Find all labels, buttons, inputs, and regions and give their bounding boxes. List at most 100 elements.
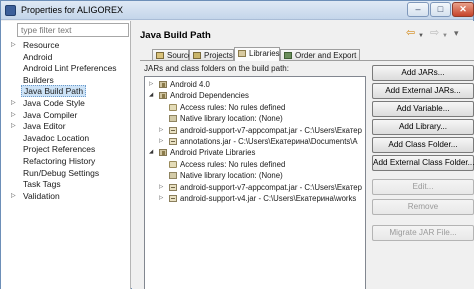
tree-row[interactable]: ▷ android-support-v7-appcompat.jar - C:\U… bbox=[145, 125, 365, 136]
order-export-icon bbox=[284, 52, 292, 59]
expand-arrow-icon[interactable]: ▷ bbox=[159, 193, 163, 204]
expand-arrow-icon[interactable]: ▷ bbox=[149, 79, 153, 90]
category-item[interactable]: ▷ Java Code Style bbox=[11, 97, 119, 110]
access-rules-icon bbox=[169, 160, 177, 168]
expand-arrow-icon[interactable]: ▷ bbox=[159, 182, 163, 193]
category-label: Run/Debug Settings bbox=[23, 167, 100, 178]
tree-row[interactable]: ▷ Android 4.0 bbox=[145, 79, 365, 90]
window-title: Properties for ALIGOREX bbox=[21, 5, 124, 15]
expand-arrow-icon[interactable]: ▷ bbox=[159, 125, 163, 136]
project-icon bbox=[193, 52, 201, 59]
tree-row-label: Android Private Libraries bbox=[170, 148, 256, 158]
jar-file-icon bbox=[169, 183, 177, 191]
tree-row[interactable]: Native library location: (None) bbox=[145, 170, 365, 181]
tree-row-label: Android Dependencies bbox=[170, 91, 249, 101]
add-jars-button[interactable]: Add JARs... bbox=[372, 65, 474, 81]
category-label: Resource bbox=[23, 40, 60, 50]
category-tree: ▷ Resource Android Android Lint Preferences… bbox=[11, 40, 119, 203]
tree-row-label: Native library location: (None) bbox=[180, 171, 283, 181]
tree-row[interactable]: Access rules: No rules defined bbox=[145, 159, 365, 170]
tab-libraries[interactable]: Libraries bbox=[234, 47, 280, 61]
app-icon bbox=[5, 5, 16, 16]
back-arrow-icon[interactable]: ⇦ bbox=[406, 27, 415, 39]
category-label: Java Compiler bbox=[23, 109, 78, 120]
category-item[interactable]: ▷ Validation bbox=[11, 190, 119, 203]
tree-row-label: Android 4.0 bbox=[170, 80, 210, 89]
java-build-path-page: Java Build Path ⇦ ▼ ⇨ ▼ ▾ Source Project… bbox=[132, 21, 474, 289]
category-item[interactable]: Java Build Path bbox=[21, 85, 119, 98]
category-label: Validation bbox=[23, 190, 60, 201]
property-categories-panel: ▷ ResourceAndroidAndroid Lint Preferences… bbox=[1, 21, 131, 289]
category-item[interactable]: ▷ Resource bbox=[11, 40, 119, 52]
category-label: Android bbox=[23, 51, 53, 62]
edit-button[interactable]: Edit... bbox=[372, 179, 474, 195]
remove-button[interactable]: Remove bbox=[372, 199, 474, 215]
tree-row-label: android-support-v7-appcompat.jar - C:\Us… bbox=[180, 182, 362, 192]
category-label: Java Editor bbox=[23, 121, 66, 132]
add-external-jars-button[interactable]: Add External JARs... bbox=[372, 83, 474, 99]
expand-arrow-icon[interactable]: ▷ bbox=[11, 110, 16, 122]
category-item[interactable]: Task Tags bbox=[21, 179, 119, 191]
build-path-tree[interactable]: ▷ Android 4.0 ◢ Android Dependencies Access … bbox=[144, 76, 366, 289]
library-icon bbox=[159, 149, 167, 157]
tree-row-label: Native library location: (None) bbox=[180, 114, 283, 124]
category-item[interactable]: ▷ Java Compiler bbox=[11, 109, 119, 122]
title-bar[interactable]: Properties for ALIGOREX – □ ✕ bbox=[1, 1, 474, 20]
category-item[interactable]: Run/Debug Settings bbox=[21, 168, 119, 180]
view-menu-icon[interactable]: ▾ bbox=[454, 27, 459, 39]
category-label: Javadoc Location bbox=[23, 132, 90, 143]
collapse-arrow-icon[interactable]: ◢ bbox=[149, 147, 153, 158]
tree-row-label: annotations.jar - C:\Users\Екатерина\Doc… bbox=[180, 137, 358, 146]
tree-row[interactable]: ▷ annotations.jar - C:\Users\Екатерина\Do… bbox=[145, 136, 365, 147]
category-item[interactable]: Refactoring History bbox=[21, 156, 119, 168]
dropdown-icon[interactable]: ▼ bbox=[442, 30, 448, 42]
expand-arrow-icon[interactable]: ▷ bbox=[11, 40, 16, 52]
category-item[interactable]: Android bbox=[21, 52, 119, 64]
tree-row[interactable]: ▷ android-support-v4.jar - C:\Users\Екате… bbox=[145, 193, 365, 204]
tree-row-label: android-support-v7-appcompat.jar - C:\Us… bbox=[180, 125, 362, 135]
tree-row[interactable]: ◢ Android Dependencies bbox=[145, 90, 365, 101]
category-item[interactable]: ▷ Java Editor bbox=[11, 121, 119, 133]
tree-row-label: android-support-v4.jar - C:\Users\Екатер… bbox=[180, 194, 357, 203]
tree-row[interactable]: Access rules: No rules defined bbox=[145, 102, 365, 113]
library-icon bbox=[238, 50, 246, 57]
tree-row[interactable]: ▷ android-support-v7-appcompat.jar - C:\U… bbox=[145, 182, 365, 193]
tab-label: Projects bbox=[204, 51, 233, 60]
category-label: Java Code Style bbox=[23, 97, 85, 108]
migrate-jar-file-button[interactable]: Migrate JAR File... bbox=[372, 225, 474, 241]
source-folder-icon bbox=[156, 52, 164, 59]
expand-arrow-icon[interactable]: ▷ bbox=[11, 121, 16, 133]
tree-row-label: Access rules: No rules defined bbox=[180, 159, 286, 169]
dropdown-icon[interactable]: ▼ bbox=[418, 30, 424, 42]
category-label: Android Lint Preferences bbox=[23, 63, 117, 74]
category-item[interactable]: Android Lint Preferences bbox=[21, 63, 119, 75]
close-button[interactable]: ✕ bbox=[452, 2, 474, 17]
tree-row[interactable]: Native library location: (None) bbox=[145, 113, 365, 124]
category-label: Builders bbox=[23, 74, 54, 85]
category-item[interactable]: Project References bbox=[21, 144, 119, 156]
jar-file-icon bbox=[169, 126, 177, 134]
tree-row[interactable]: ◢ Android Private Libraries bbox=[145, 147, 365, 158]
expand-arrow-icon[interactable]: ▷ bbox=[11, 98, 16, 110]
minimize-button[interactable]: – bbox=[407, 2, 429, 17]
tab-label: Libraries bbox=[249, 49, 280, 58]
category-label: Task Tags bbox=[23, 179, 61, 190]
collapse-arrow-icon[interactable]: ◢ bbox=[149, 90, 153, 101]
library-icon bbox=[159, 81, 167, 88]
add-class-folder-button[interactable]: Add Class Folder... bbox=[372, 137, 474, 153]
add-variable-button[interactable]: Add Variable... bbox=[372, 101, 474, 117]
maximize-button[interactable]: □ bbox=[430, 2, 451, 17]
filter-input[interactable] bbox=[17, 23, 129, 37]
expand-arrow-icon[interactable]: ▷ bbox=[159, 136, 163, 147]
tab-label: Order and Export bbox=[295, 51, 357, 60]
add-external-class-folder-button[interactable]: Add External Class Folder... bbox=[372, 155, 474, 171]
add-library-button[interactable]: Add Library... bbox=[372, 119, 474, 135]
native-library-icon bbox=[169, 172, 177, 180]
libraries-tab-content: JARs and class folders on the build path… bbox=[140, 60, 474, 289]
native-library-icon bbox=[169, 115, 177, 123]
jars-caption: JARs and class folders on the build path… bbox=[144, 64, 289, 73]
access-rules-icon bbox=[169, 103, 177, 111]
expand-arrow-icon[interactable]: ▷ bbox=[11, 191, 16, 203]
forward-arrow-icon[interactable]: ⇨ bbox=[430, 27, 439, 39]
category-item[interactable]: Javadoc Location bbox=[21, 133, 119, 145]
